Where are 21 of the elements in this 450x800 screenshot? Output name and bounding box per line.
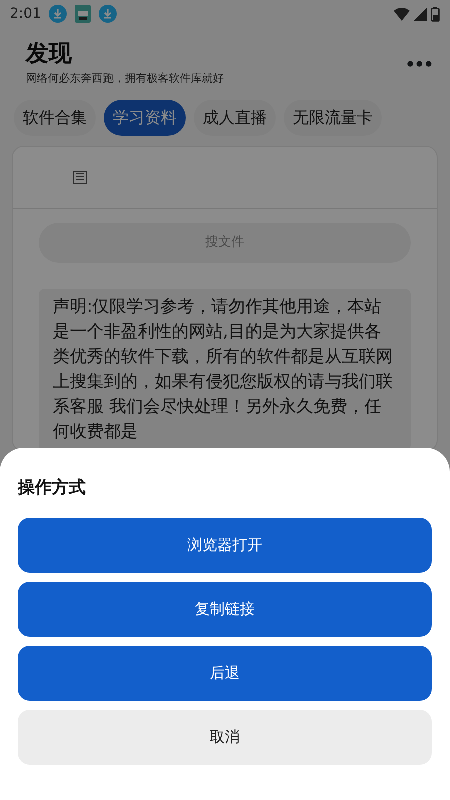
category-tab[interactable]: 学习资料	[104, 100, 186, 136]
category-tab[interactable]: 软件合集	[14, 100, 96, 136]
cancel-button[interactable]: 取消	[18, 710, 432, 764]
action-button[interactable]: 后退	[18, 646, 432, 700]
category-tab[interactable]: 成人直播	[194, 100, 276, 136]
category-tab[interactable]: 无限流量卡	[284, 100, 382, 136]
sheet-title: 操作方式	[18, 477, 87, 500]
signal-icon	[414, 8, 427, 20]
app-icon	[75, 5, 92, 23]
status-time: 2:01	[10, 4, 42, 24]
page-title: 发现	[26, 42, 73, 68]
download-icon	[99, 5, 118, 23]
wifi-icon	[394, 8, 410, 20]
search-field[interactable]: 搜文件	[39, 222, 411, 263]
download-icon	[49, 5, 68, 23]
battery-icon	[431, 6, 440, 22]
action-button[interactable]: 复制链接	[18, 582, 432, 636]
page-subtitle: 网络何必东奔西跑，拥有极客软件库就好	[26, 71, 224, 88]
notice-text: 声明:仅限学习参考，请勿作其他用途，本站是一个非盈利性的网站,目的是为大家提供各类优秀的软件下载，所有的软件都是从互联网上搜集到的，如果有侵犯您版权的请与我们联系客服 我们会尽快处理！另外永久免费，任何收费都是	[39, 288, 411, 451]
action-button[interactable]: 浏览器打开	[18, 518, 432, 572]
more-button[interactable]: •••	[404, 52, 434, 78]
